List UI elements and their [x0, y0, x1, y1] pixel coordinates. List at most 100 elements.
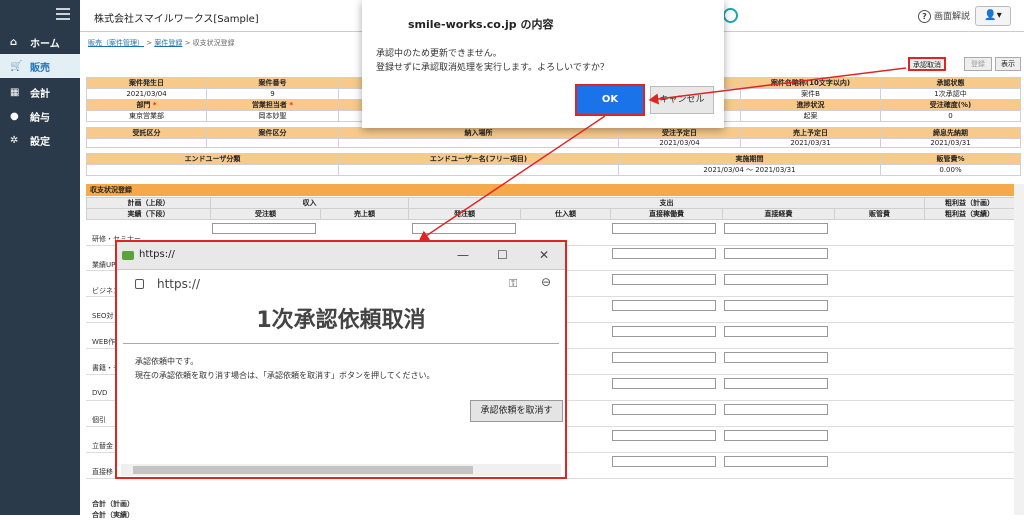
amount-input[interactable]: [612, 248, 716, 259]
minimize-icon[interactable]: —: [457, 248, 469, 262]
dialog-message-2: 登録せずに承認取消処理を実行します。よろしいですか？: [376, 63, 609, 73]
cancel-approval-button[interactable]: 承認取消: [908, 57, 946, 71]
total-label: 合計（計画）: [92, 500, 134, 508]
close-icon[interactable]: ✕: [539, 248, 549, 262]
amount-input[interactable]: [724, 300, 828, 311]
amount-input[interactable]: [836, 404, 930, 415]
amount-input[interactable]: [930, 223, 1014, 234]
income-header: 販管費: [833, 208, 926, 220]
amount-input[interactable]: [612, 326, 716, 337]
sidebar-item-home[interactable]: ⌂ ホーム: [0, 30, 80, 54]
amount-input[interactable]: [212, 223, 316, 234]
amount-input[interactable]: [612, 352, 716, 363]
amount-input[interactable]: [836, 274, 930, 285]
cancel-approval-request-button[interactable]: 承認依頼を取消す: [470, 400, 563, 422]
amount-input[interactable]: [930, 430, 1014, 441]
amount-input[interactable]: [930, 404, 1014, 415]
income-header: 直接経費: [722, 208, 835, 220]
summary-value: 9: [206, 88, 339, 100]
maximize-icon[interactable]: ☐: [497, 248, 508, 262]
help-link[interactable]: ? 画面解説: [918, 9, 970, 23]
amount-input[interactable]: [836, 456, 930, 467]
summary-header: 案件区分: [206, 127, 339, 139]
lock-icon: [135, 279, 144, 289]
gear-icon: ✲: [10, 134, 19, 146]
help-label: 画面解説: [934, 12, 971, 22]
sidebar-item-label: 販売: [30, 62, 50, 74]
hamburger-menu-icon[interactable]: [56, 8, 70, 20]
amount-input[interactable]: [612, 300, 716, 311]
sidebar-item-payroll[interactable]: ● 給与: [0, 104, 80, 128]
amount-input[interactable]: [930, 352, 1014, 363]
amount-input[interactable]: [724, 456, 828, 467]
amount-input[interactable]: [612, 404, 716, 415]
summary-value: 2021/03/04 〜 2021/03/31: [618, 164, 881, 176]
amount-input[interactable]: [836, 248, 930, 259]
amount-input[interactable]: [412, 223, 516, 234]
sidebar-item-label: ホーム: [30, 38, 60, 50]
amount-input[interactable]: [724, 326, 828, 337]
summary-header: 部門 *: [86, 99, 207, 111]
amount-input[interactable]: [612, 274, 716, 285]
register-button[interactable]: 登録: [964, 57, 992, 71]
dialog-message-1: 承認中のため更新できません。: [376, 49, 502, 59]
display-button[interactable]: 表示: [995, 57, 1021, 71]
key-icon[interactable]: ⚿: [509, 277, 517, 291]
amount-input[interactable]: [724, 404, 828, 415]
amount-input[interactable]: [612, 378, 716, 389]
page-scrollbar[interactable]: [1014, 184, 1024, 515]
breadcrumb: 販売（案件管理） > 案件登録 > 収支状況登録: [88, 38, 235, 48]
amount-input[interactable]: [724, 352, 828, 363]
breadcrumb-sales[interactable]: 販売（案件管理）: [88, 39, 144, 47]
summary-header: 営業担当者 *: [206, 99, 339, 111]
amount-input[interactable]: [724, 378, 828, 389]
amount-input[interactable]: [836, 378, 930, 389]
amount-input[interactable]: [930, 456, 1014, 467]
summary-table-2: 受託区分 案件区分 納入場所 受注予定日 売上予定日 締息先納期 2021/03…: [86, 127, 1021, 148]
company-name: 株式会社スマイルワークス[Sample]: [94, 14, 259, 25]
income-header: 粗利益（実績）: [924, 208, 1016, 220]
sidebar-item-accounting[interactable]: ▦ 会計: [0, 80, 80, 104]
sidebar-item-label: 設定: [30, 136, 50, 148]
amount-input[interactable]: [724, 223, 828, 234]
amount-input[interactable]: [930, 248, 1014, 259]
sidebar-item-label: 会計: [30, 88, 50, 100]
amount-input[interactable]: [836, 352, 930, 363]
amount-input[interactable]: [930, 274, 1014, 285]
amount-input[interactable]: [724, 248, 828, 259]
user-icon: 👤▾: [984, 10, 1002, 21]
favicon-icon: [122, 251, 134, 260]
summary-value: 0.00%: [880, 164, 1021, 176]
income-header: 収入: [210, 197, 409, 209]
popup-heading: 1次承認依頼取消: [256, 308, 426, 333]
amount-input[interactable]: [836, 300, 930, 311]
cancel-button[interactable]: キャンセル: [650, 86, 714, 114]
sidebar-item-sales[interactable]: 🛒 販売: [0, 54, 80, 78]
user-menu-button[interactable]: 👤▾: [975, 6, 1011, 26]
amount-input[interactable]: [930, 378, 1014, 389]
header-text: 部門: [136, 101, 151, 109]
horizontal-scrollbar[interactable]: [121, 464, 561, 476]
scrollbar-thumb[interactable]: [133, 466, 473, 474]
amount-input[interactable]: [612, 223, 716, 234]
summary-value: 2021/03/31: [740, 138, 881, 148]
sidebar-item-settings[interactable]: ✲ 設定: [0, 128, 80, 152]
row-label: SEO対: [92, 312, 114, 320]
amount-input[interactable]: [930, 300, 1014, 311]
amount-input[interactable]: [724, 274, 828, 285]
ok-button[interactable]: OK: [575, 84, 645, 116]
amount-input[interactable]: [836, 430, 930, 441]
row-label: 個引: [92, 416, 106, 424]
zoom-icon[interactable]: ⊖: [541, 275, 551, 289]
amount-input[interactable]: [724, 430, 828, 441]
amount-input[interactable]: [836, 223, 930, 234]
amount-input[interactable]: [930, 326, 1014, 337]
amount-input[interactable]: [612, 430, 716, 441]
divider: [123, 343, 559, 344]
breadcrumb-current: > 収支状況登録: [184, 39, 235, 47]
summary-value: 案件B: [740, 88, 881, 100]
amount-input[interactable]: [836, 326, 930, 337]
summary-header: エンドユーザー名(フリー項目): [338, 153, 619, 165]
amount-input[interactable]: [612, 456, 716, 467]
breadcrumb-project-register[interactable]: 案件登録: [154, 39, 182, 47]
